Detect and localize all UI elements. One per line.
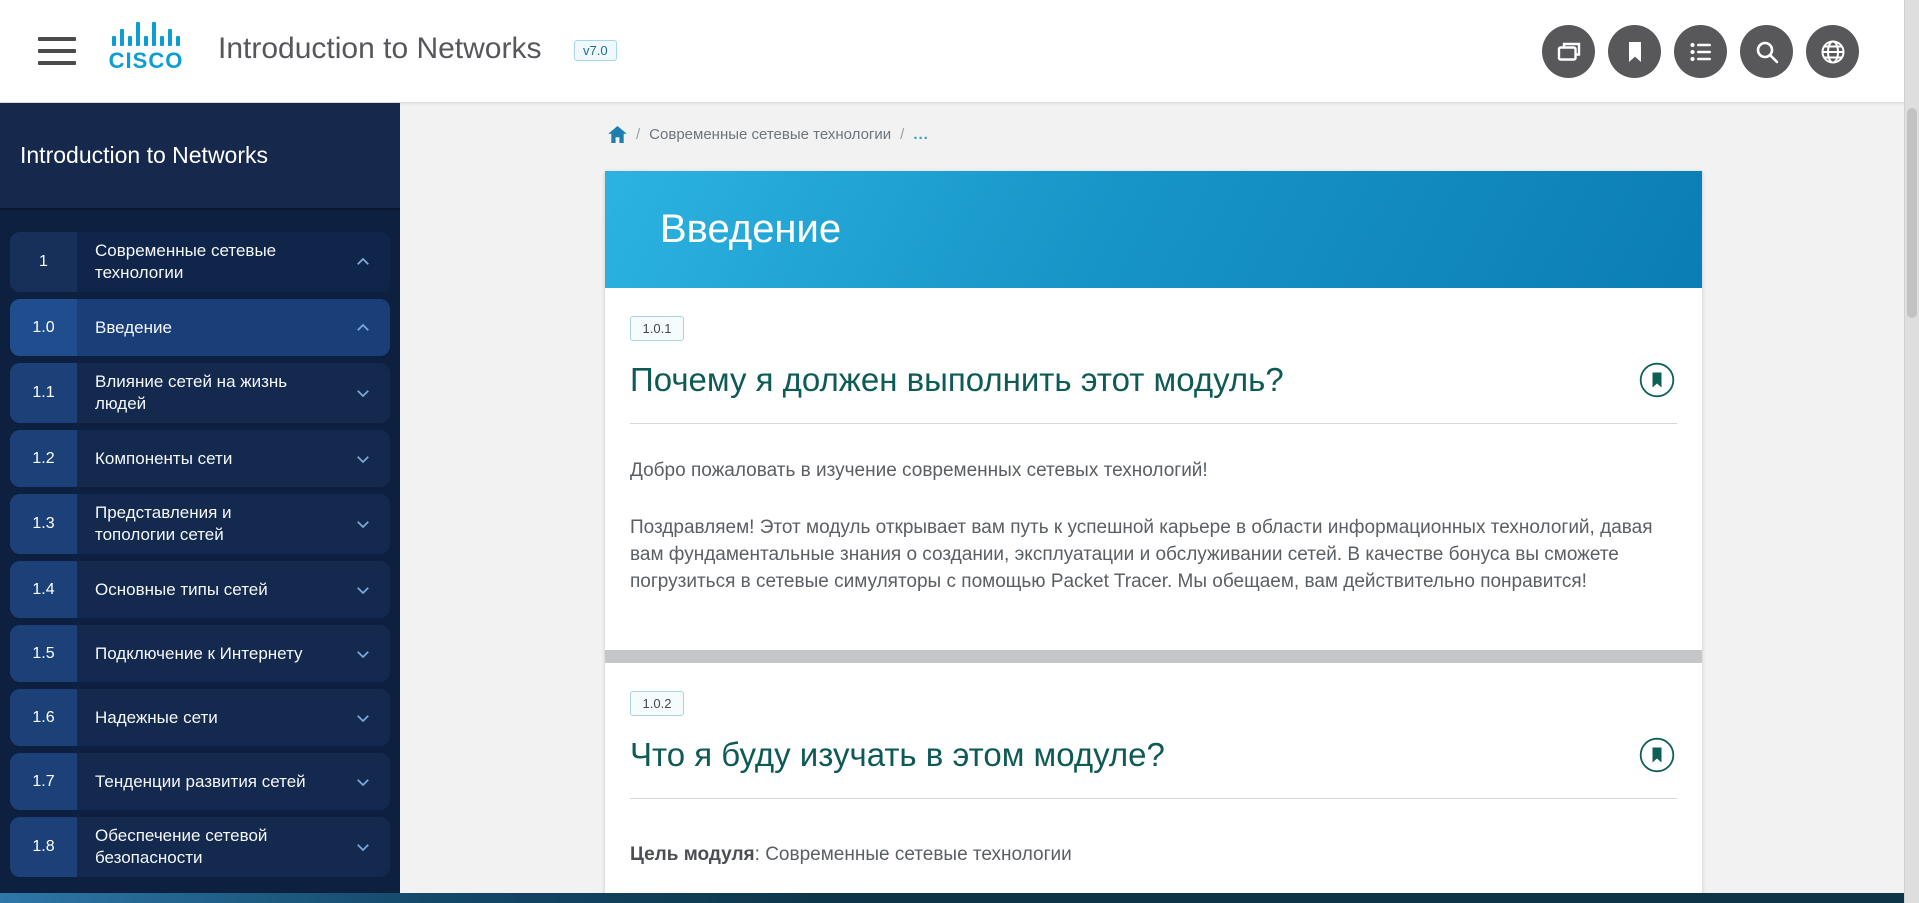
sidebar-item-1-6[interactable]: 1.6 Надежные сети [10, 689, 390, 746]
sidebar-item-1-1[interactable]: 1.1 Влияние сетей на жизнь людей [10, 363, 390, 423]
item-number: 1.2 [10, 430, 77, 487]
sidebar-item-1-2[interactable]: 1.2 Компоненты сети [10, 430, 390, 487]
item-number: 1.0 [10, 299, 77, 356]
page: CISCO Introduction to Networks v7.0 [0, 0, 1919, 903]
breadcrumb-separator: / [636, 126, 640, 143]
module-goal-text: : Современные сетевые технологии [755, 844, 1072, 865]
sidebar-item-1-4[interactable]: 1.4 Основные типы сетей [10, 561, 390, 618]
course-sidebar: Introduction to Networks 1 Современные с… [0, 103, 400, 903]
sidebar-item-1-0[interactable]: 1.0 Введение [10, 299, 390, 356]
menu-icon[interactable] [38, 37, 76, 65]
item-label: Компоненты сети [95, 448, 232, 470]
item-label: Представления и топологии сетей [95, 502, 314, 546]
item-label: Обеспечение сетевой безопасности [95, 825, 314, 869]
item-number: 1 [10, 232, 77, 292]
page-scrollbar[interactable] [1904, 0, 1919, 903]
item-label: Современные сетевые технологии [95, 240, 314, 284]
section-divider [605, 650, 1702, 663]
sidebar-header: Introduction to Networks [0, 103, 400, 210]
chevron-down-icon [354, 645, 372, 663]
heading-rule [630, 798, 1677, 799]
item-label: Надежные сети [95, 707, 218, 729]
topic-section-1-0-2: 1.0.2 Что я буду изучать в этом модуле? … [605, 663, 1702, 903]
pages-icon[interactable] [1542, 25, 1595, 78]
chevron-down-icon [354, 581, 372, 599]
module-goal-label: Цель модуля [630, 844, 755, 865]
item-label: Подключение к Интернету [95, 643, 303, 665]
module-goal: Цель модуля: Современные сетевые техноло… [630, 844, 1677, 866]
chevron-down-icon [354, 384, 372, 402]
item-label: Основные типы сетей [95, 579, 268, 601]
chevron-down-icon [354, 515, 372, 533]
chevron-down-icon [354, 709, 372, 727]
bottom-accent-bar [0, 893, 1919, 903]
cisco-logo[interactable]: CISCO [100, 18, 192, 74]
cisco-logo-text: CISCO [100, 48, 192, 74]
course-title: Introduction to Networks [218, 32, 541, 66]
item-label: Введение [95, 317, 172, 339]
sidebar-item-1-7[interactable]: 1.7 Тенденции развития сетей [10, 753, 390, 810]
cisco-logo-bars [100, 18, 192, 46]
bookmark-icon[interactable] [1608, 25, 1661, 78]
header-icon-bar [1542, 25, 1859, 78]
globe-icon[interactable] [1806, 25, 1859, 78]
sidebar-item-1-8[interactable]: 1.8 Обеспечение сетевой безопасности [10, 817, 390, 877]
banner-title: Введение [660, 207, 841, 252]
bookmark-topic-icon[interactable] [1639, 737, 1675, 773]
app-header: CISCO Introduction to Networks v7.0 [0, 0, 1919, 103]
bookmark-topic-icon[interactable] [1639, 362, 1675, 398]
home-icon[interactable] [608, 126, 627, 143]
chevron-up-icon [354, 253, 372, 271]
module-nav-list: 1 Современные сетевые технологии 1.0 Вве… [0, 210, 400, 877]
sidebar-item-1[interactable]: 1 Современные сетевые технологии [10, 232, 390, 292]
paragraph: Поздравляем! Этот модуль открывает вам п… [630, 514, 1677, 595]
item-number: 1.8 [10, 817, 77, 877]
paragraph: Добро пожаловать в изучение современных … [630, 457, 1677, 484]
scrollbar-thumb[interactable] [1907, 108, 1917, 318]
chevron-up-icon [354, 319, 372, 337]
content-area: / Современные сетевые технологии / ... В… [400, 103, 1919, 903]
topic-heading: Что я буду изучать в этом модуле? [630, 734, 1165, 777]
sidebar-item-1-5[interactable]: 1.5 Подключение к Интернету [10, 625, 390, 682]
list-icon[interactable] [1674, 25, 1727, 78]
item-number: 1.6 [10, 689, 77, 746]
breadcrumb: / Современные сетевые технологии / ... [608, 126, 929, 143]
topic-heading: Почему я должен выполнить этот модуль? [630, 359, 1284, 402]
item-number: 1.3 [10, 494, 77, 554]
chevron-down-icon [354, 450, 372, 468]
item-number: 1.7 [10, 753, 77, 810]
version-badge: v7.0 [574, 40, 617, 61]
item-number: 1.1 [10, 363, 77, 423]
breadcrumb-separator: / [900, 126, 904, 143]
item-label: Тенденции развития сетей [95, 771, 306, 793]
topic-badge: 1.0.1 [630, 316, 684, 341]
breadcrumb-ellipsis[interactable]: ... [913, 126, 929, 143]
item-number: 1.4 [10, 561, 77, 618]
topic-section-1-0-1: 1.0.1 Почему я должен выполнить этот мод… [605, 288, 1702, 650]
chevron-down-icon [354, 773, 372, 791]
item-label: Влияние сетей на жизнь людей [95, 371, 314, 415]
chevron-down-icon [354, 838, 372, 856]
topic-badge: 1.0.2 [630, 691, 684, 716]
item-number: 1.5 [10, 625, 77, 682]
lesson-card: Введение 1.0.1 Почему я должен выполнить… [605, 171, 1702, 903]
heading-rule [630, 423, 1677, 424]
section-banner: Введение [605, 171, 1702, 288]
sidebar-item-1-3[interactable]: 1.3 Представления и топологии сетей [10, 494, 390, 554]
sidebar-course-title: Introduction to Networks [20, 142, 268, 169]
search-icon[interactable] [1740, 25, 1793, 78]
breadcrumb-module[interactable]: Современные сетевые технологии [649, 126, 891, 143]
